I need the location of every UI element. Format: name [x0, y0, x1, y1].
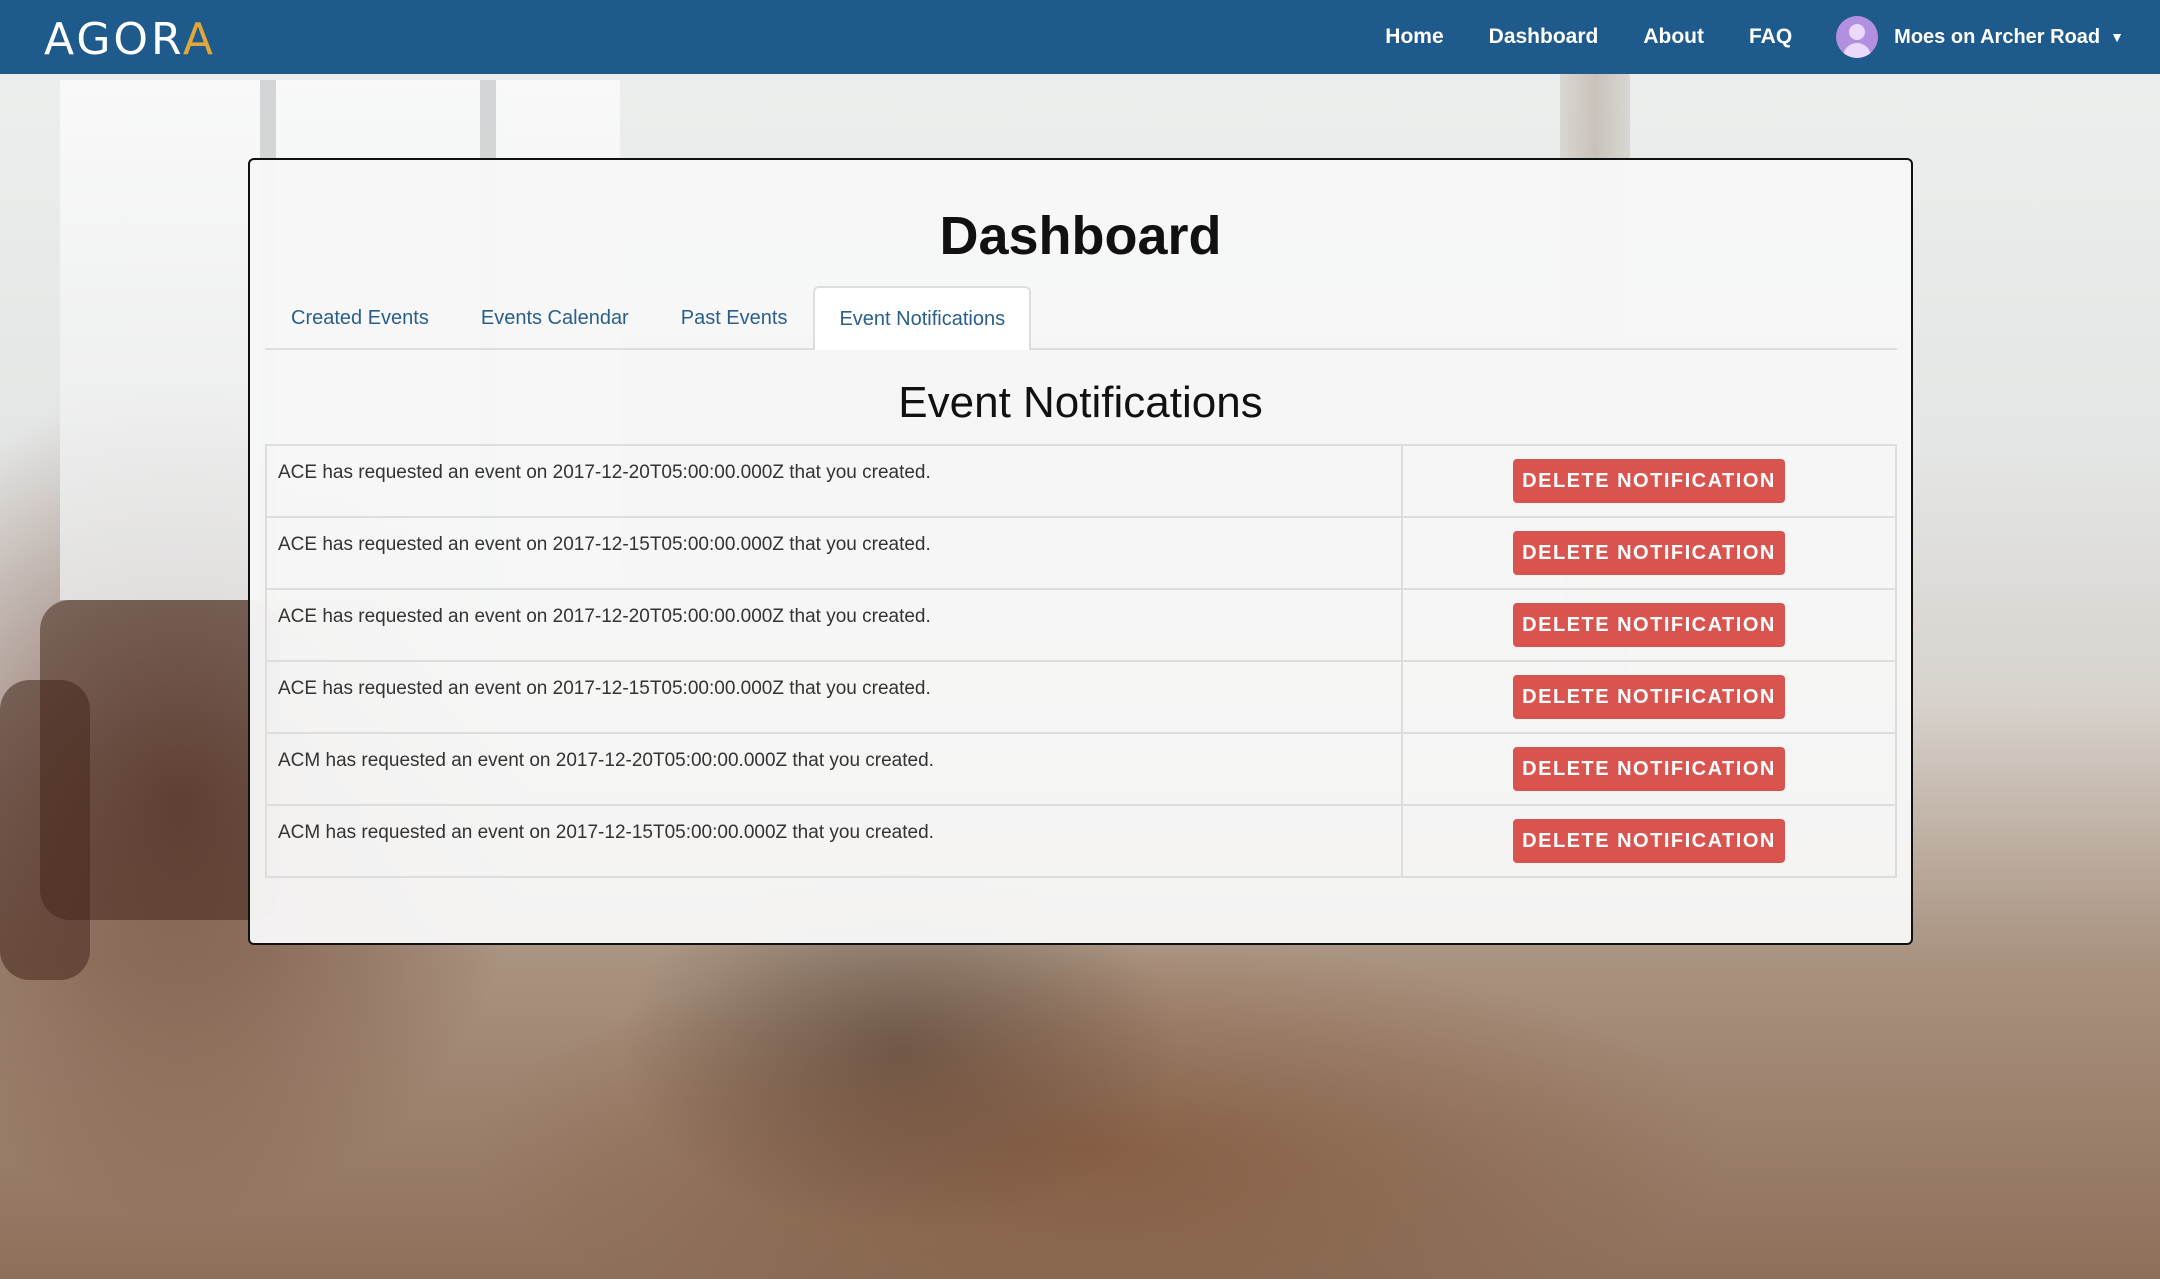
notification-text: ACE has requested an event on 2017-12-15…	[267, 662, 1403, 732]
tab-bar: Created Events Events Calendar Past Even…	[265, 286, 1897, 350]
dashboard-panel: Dashboard Created Events Events Calendar…	[248, 158, 1913, 945]
user-avatar-icon	[1836, 16, 1879, 58]
nav-link-about[interactable]: About	[1643, 25, 1704, 49]
tab-event-notifications[interactable]: Event Notifications	[813, 286, 1032, 350]
delete-notification-button[interactable]: DELETE NOTIFICATION	[1513, 747, 1785, 791]
table-row: ACE has requested an event on 2017-12-20…	[267, 446, 1895, 518]
delete-notification-button[interactable]: DELETE NOTIFICATION	[1513, 531, 1785, 575]
nav-link-faq[interactable]: FAQ	[1749, 25, 1792, 49]
agora-logo[interactable]: AGORA	[44, 14, 216, 65]
table-row: ACE has requested an event on 2017-12-20…	[267, 590, 1895, 662]
notification-text: ACM has requested an event on 2017-12-15…	[267, 806, 1403, 876]
notifications-table: ACE has requested an event on 2017-12-20…	[265, 444, 1897, 878]
table-row: ACE has requested an event on 2017-12-15…	[267, 518, 1895, 590]
nav-links: Home Dashboard About FAQ Moes on Archer …	[1340, 0, 2124, 74]
notification-text: ACE has requested an event on 2017-12-20…	[267, 590, 1403, 660]
nav-link-home[interactable]: Home	[1385, 25, 1443, 49]
action-cell: DELETE NOTIFICATION	[1403, 806, 1895, 876]
delete-notification-button[interactable]: DELETE NOTIFICATION	[1513, 603, 1785, 647]
delete-notification-button[interactable]: DELETE NOTIFICATION	[1513, 675, 1785, 719]
tab-events-calendar[interactable]: Events Calendar	[455, 286, 655, 348]
tab-past-events[interactable]: Past Events	[655, 286, 814, 348]
action-cell: DELETE NOTIFICATION	[1403, 734, 1895, 804]
background-chair	[0, 680, 90, 980]
nav-link-dashboard[interactable]: Dashboard	[1489, 25, 1599, 49]
table-row: ACM has requested an event on 2017-12-20…	[267, 734, 1895, 806]
tab-created-events[interactable]: Created Events	[265, 286, 455, 348]
user-menu[interactable]: Moes on Archer Road ▼	[1836, 16, 2124, 58]
notification-text: ACM has requested an event on 2017-12-20…	[267, 734, 1403, 804]
page-title: Dashboard	[939, 206, 1222, 266]
caret-down-icon: ▼	[2110, 29, 2124, 45]
delete-notification-button[interactable]: DELETE NOTIFICATION	[1513, 819, 1785, 863]
table-row: ACM has requested an event on 2017-12-15…	[267, 806, 1895, 878]
action-cell: DELETE NOTIFICATION	[1403, 590, 1895, 660]
action-cell: DELETE NOTIFICATION	[1403, 518, 1895, 588]
user-name: Moes on Archer Road	[1894, 25, 2101, 48]
section-title: Event Notifications	[898, 378, 1263, 427]
notification-text: ACE has requested an event on 2017-12-15…	[267, 518, 1403, 588]
navbar: AGORA Home Dashboard About FAQ Moes on A…	[0, 0, 2160, 74]
action-cell: DELETE NOTIFICATION	[1403, 446, 1895, 516]
table-row: ACE has requested an event on 2017-12-15…	[267, 662, 1895, 734]
delete-notification-button[interactable]: DELETE NOTIFICATION	[1513, 459, 1785, 503]
notification-text: ACE has requested an event on 2017-12-20…	[267, 446, 1403, 516]
action-cell: DELETE NOTIFICATION	[1403, 662, 1895, 732]
